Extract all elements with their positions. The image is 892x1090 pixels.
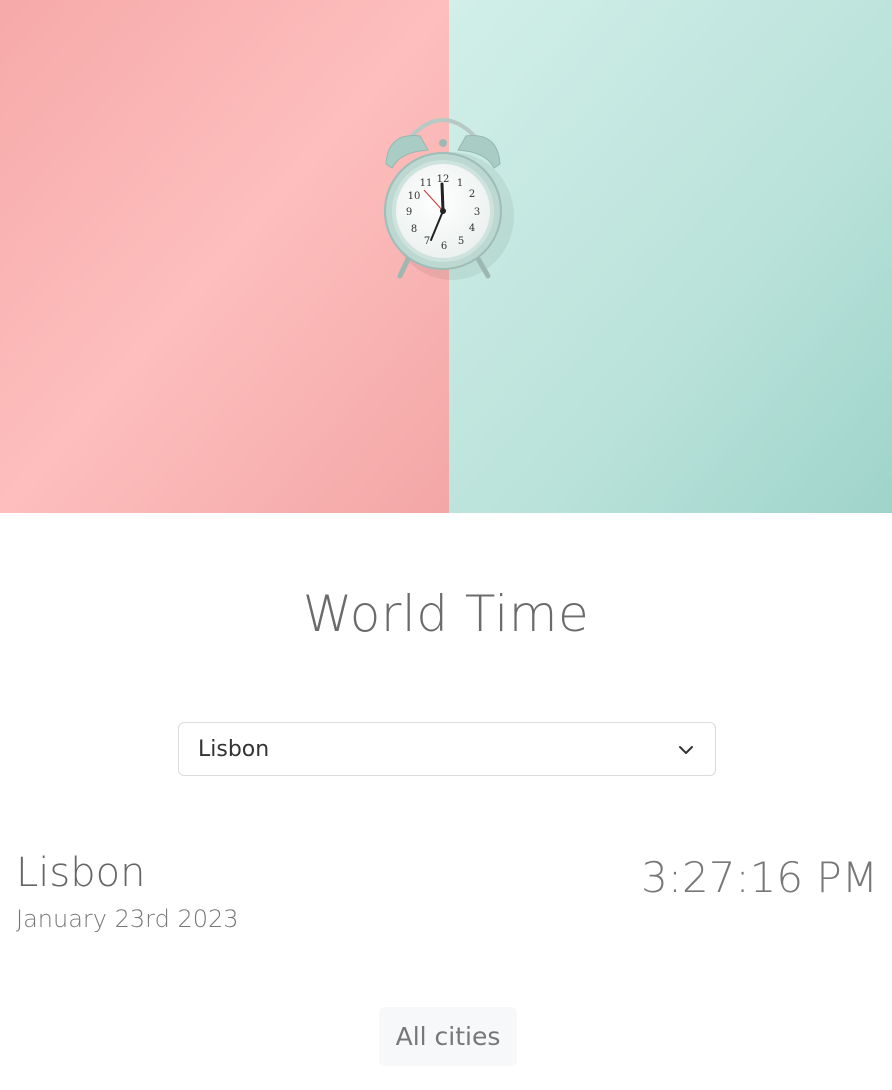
svg-text:7: 7 bbox=[424, 236, 430, 247]
svg-text:10: 10 bbox=[408, 191, 421, 202]
svg-text:2: 2 bbox=[469, 189, 475, 200]
svg-text:1: 1 bbox=[457, 178, 463, 189]
svg-text:6: 6 bbox=[441, 241, 447, 252]
city-date: January 23rd 2023 bbox=[16, 905, 239, 933]
svg-text:3: 3 bbox=[474, 207, 480, 218]
city-select[interactable]: Lisbon bbox=[178, 722, 716, 776]
chevron-down-icon bbox=[679, 746, 693, 754]
hero-image: 12 1 2 3 4 5 6 7 8 9 10 11 bbox=[0, 0, 892, 513]
svg-text:9: 9 bbox=[406, 207, 412, 218]
city-name: Lisbon bbox=[16, 850, 146, 896]
svg-text:5: 5 bbox=[458, 236, 464, 247]
city-select-value: Lisbon bbox=[198, 737, 270, 762]
alarm-clock-illustration: 12 1 2 3 4 5 6 7 8 9 10 11 bbox=[0, 0, 892, 513]
page-title: World Time bbox=[302, 585, 590, 643]
svg-text:11: 11 bbox=[420, 178, 433, 189]
all-cities-button[interactable]: All cities bbox=[379, 1007, 517, 1066]
city-time: 3:27:16 PM bbox=[641, 853, 878, 902]
svg-text:4: 4 bbox=[469, 223, 475, 234]
svg-text:8: 8 bbox=[411, 224, 417, 235]
